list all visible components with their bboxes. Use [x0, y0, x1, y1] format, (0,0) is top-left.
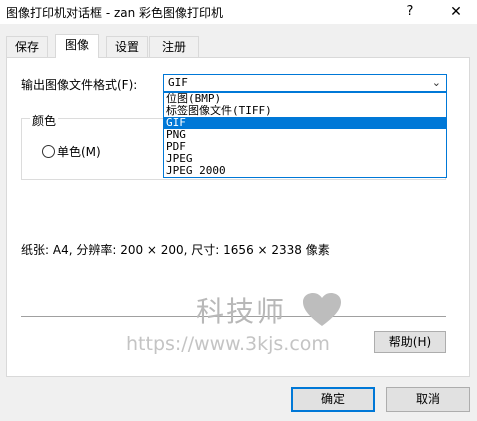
format-option-jpeg2000[interactable]: JPEG 2000: [164, 165, 446, 177]
tab-settings[interactable]: 设置: [106, 36, 148, 57]
chevron-down-icon[interactable]: ⌄: [432, 76, 441, 89]
format-dropdown-list: 位图(BMP) 标签图像文件(TIFF) GIF PNG PDF JPEG JP…: [163, 92, 447, 178]
format-option-gif[interactable]: GIF: [164, 117, 446, 129]
separator-line: [21, 316, 446, 317]
cancel-button[interactable]: 取消: [386, 387, 470, 412]
format-option-bmp[interactable]: 位图(BMP): [164, 93, 446, 105]
tab-image[interactable]: 图像: [55, 34, 99, 58]
format-select-value: GIF: [168, 76, 188, 89]
help-icon[interactable]: ?: [395, 1, 425, 23]
paper-info-text: 纸张: A4, 分辨率: 200 × 200, 尺寸: 1656 × 2338 …: [21, 243, 330, 257]
format-option-tiff[interactable]: 标签图像文件(TIFF): [164, 105, 446, 117]
format-option-png[interactable]: PNG: [164, 129, 446, 141]
title-bar: 图像打印机对话框 - zan 彩色图像打印机 ? ✕: [0, 0, 477, 24]
help-button[interactable]: 帮助(H): [374, 331, 446, 353]
format-select[interactable]: GIF ⌄: [163, 74, 447, 92]
ok-button[interactable]: 确定: [291, 387, 375, 412]
window-title: 图像打印机对话框 - zan 彩色图像打印机: [6, 6, 224, 20]
close-icon[interactable]: ✕: [441, 1, 471, 23]
format-option-jpeg[interactable]: JPEG: [164, 153, 446, 165]
tab-save[interactable]: 保存: [6, 36, 48, 57]
monochrome-radio[interactable]: [42, 145, 55, 158]
tab-register[interactable]: 注册: [149, 36, 199, 57]
color-group-title: 颜色: [30, 112, 59, 129]
monochrome-radio-label[interactable]: 单色(M): [57, 143, 101, 160]
format-label: 输出图像文件格式(F):: [21, 78, 138, 92]
format-option-pdf[interactable]: PDF: [164, 141, 446, 153]
